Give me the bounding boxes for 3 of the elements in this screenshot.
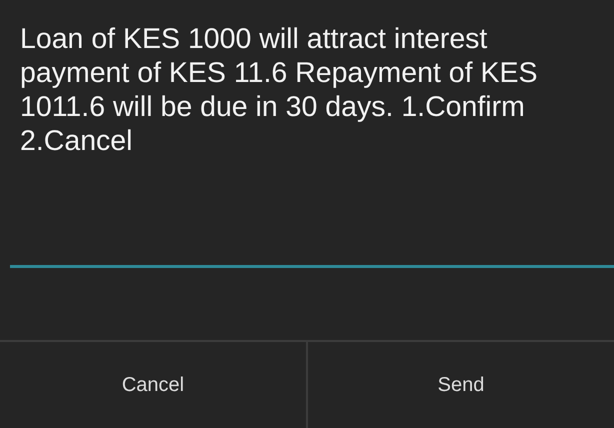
send-button[interactable]: Send <box>306 342 614 428</box>
dialog-message: Loan of KES 1000 will attract interest payment of KES 11.6 Repayment of KES 1011.6 will be due in 30 days. 1.Confirm 2.Cancel <box>19 22 539 159</box>
cancel-button[interactable]: Cancel <box>0 342 306 428</box>
